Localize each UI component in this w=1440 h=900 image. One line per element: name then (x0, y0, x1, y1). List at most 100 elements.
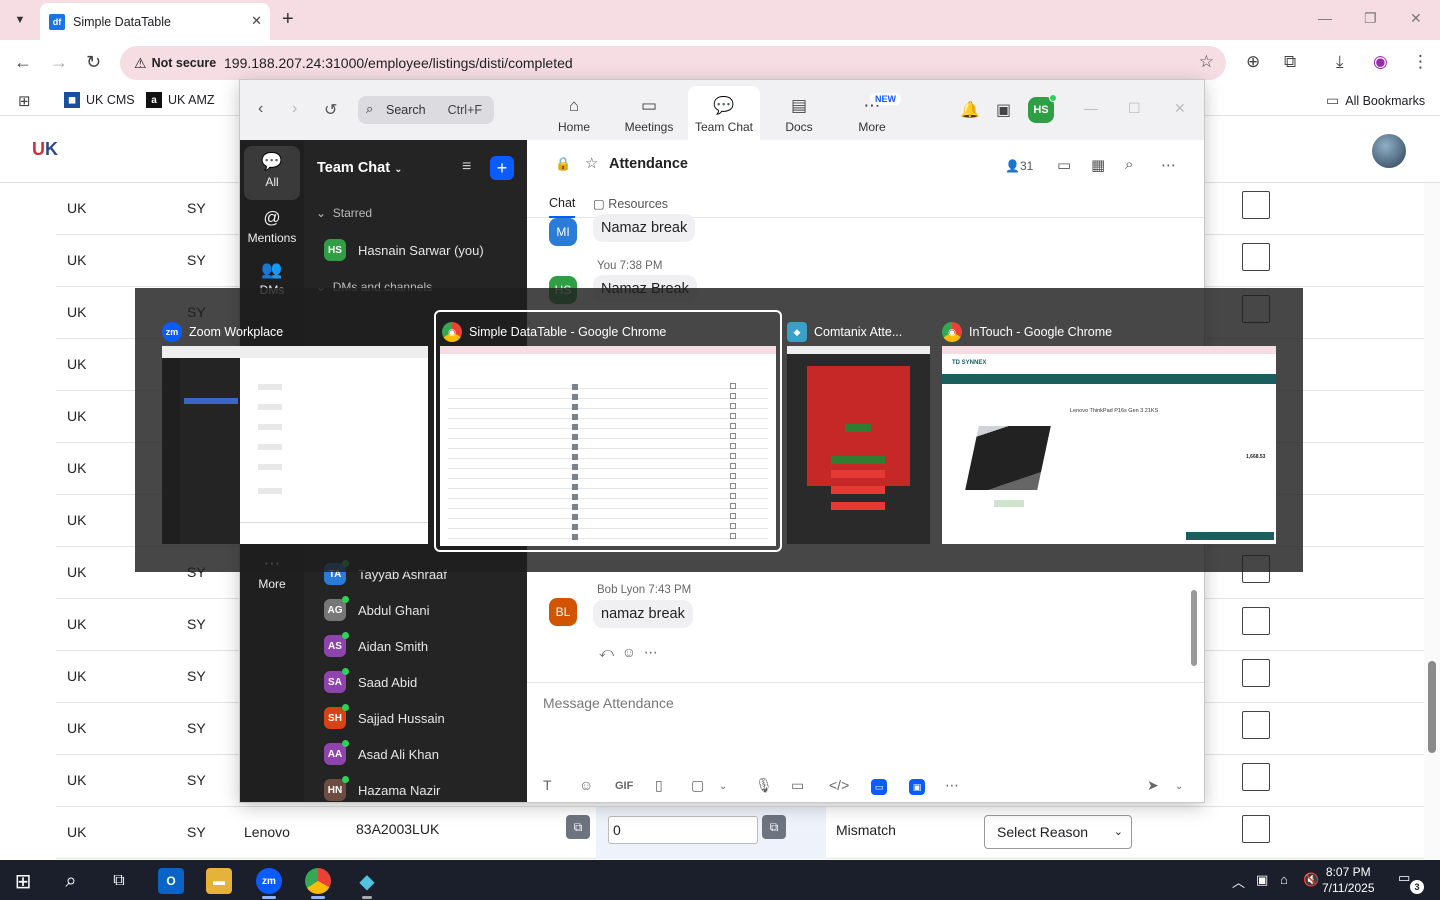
sidebar-title[interactable]: Team Chat ⌄ (317, 160, 402, 176)
row-checkbox[interactable] (1242, 243, 1270, 271)
more-icon[interactable]: ⋯ (945, 777, 959, 794)
zoom-user-avatar[interactable]: HS (1028, 94, 1057, 123)
emoji-icon[interactable]: ☺ (579, 777, 593, 793)
notification-icon[interactable]: ▭ 3 (1398, 870, 1424, 894)
row-checkbox[interactable] (1242, 763, 1270, 791)
tab-chat[interactable]: Chat (549, 196, 576, 218)
download-icon[interactable]: ⤓ (1336, 52, 1344, 72)
not-secure-chip[interactable]: ⚠ Not secure (126, 50, 224, 76)
message-avatar[interactable]: MI (549, 218, 577, 246)
contact-item[interactable]: SA Saad Abid (324, 668, 524, 696)
show-hidden-icons-icon[interactable]: ︿ (1232, 872, 1245, 891)
members-count[interactable]: 👤31 (1005, 159, 1033, 173)
contact-item[interactable]: AS Aidan Smith (324, 632, 524, 660)
bookmark-uk-amz[interactable]: a UK AMZ (146, 92, 215, 108)
user-avatar[interactable] (1372, 134, 1406, 168)
extensions-icon[interactable]: ⧉ (1284, 52, 1296, 72)
close-window-icon[interactable]: ✕ (1410, 10, 1422, 27)
code-icon[interactable]: </> (829, 777, 849, 793)
chrome-taskbar-icon[interactable] (305, 868, 331, 894)
copy-icon[interactable]: ⧉ (762, 815, 786, 839)
minimize-window-icon[interactable]: — (1318, 10, 1332, 26)
chevron-down-icon[interactable]: ⌄ (719, 781, 727, 792)
message-bubble[interactable]: namaz break (593, 600, 693, 628)
search-icon[interactable]: ⌕ (1125, 156, 1133, 173)
row-checkbox[interactable] (1242, 711, 1270, 739)
page-scrollbar[interactable] (1424, 183, 1440, 860)
message-composer[interactable]: Message Attendance T ☺ GIF ▯ ▢ ⌄ 🎙 ▭ </>… (527, 682, 1204, 802)
zoom-taskbar-icon[interactable]: zm (256, 868, 282, 894)
send-icon[interactable]: ➤ (1147, 777, 1159, 794)
new-tab-icon[interactable]: + (282, 8, 294, 31)
reload-icon[interactable]: ↻ (86, 52, 101, 73)
row-checkbox[interactable] (1242, 607, 1270, 635)
zoom-search-input[interactable]: ⌕ Search Ctrl+F (358, 96, 494, 124)
message-avatar[interactable]: BL (549, 598, 577, 626)
add-reaction-icon[interactable]: ☺ (622, 644, 636, 660)
tab-team-chat[interactable]: 💬 Team Chat (688, 86, 760, 140)
chat-scrollbar[interactable] (1191, 590, 1197, 666)
windows-start-icon[interactable]: ⊞ (10, 868, 36, 894)
send-options-icon[interactable]: ⌄ (1175, 781, 1183, 792)
back-icon[interactable]: ← (14, 52, 32, 73)
history-icon[interactable]: ↺ (324, 100, 337, 120)
comtanix-taskbar-icon[interactable]: ◆ (354, 868, 380, 894)
gif-icon[interactable]: GIF (615, 780, 633, 792)
menu-icon[interactable]: ⋮ (1412, 52, 1429, 72)
browser-tab-active[interactable]: df Simple DataTable ✕ (40, 3, 270, 40)
restore-window-icon[interactable]: ❐ (1364, 10, 1377, 27)
outlook-icon[interactable]: O (158, 868, 184, 894)
all-bookmarks[interactable]: ▭ All Bookmarks (1326, 92, 1425, 109)
message-bubble[interactable]: Namaz break (593, 214, 696, 242)
switcher-intouch[interactable]: ◉ InTouch - Google Chrome TD SYNNEX Leno… (942, 312, 1276, 544)
row-checkbox[interactable] (1242, 815, 1270, 843)
switcher-comtanix[interactable]: ◆ Comtanix Atte... (787, 312, 930, 544)
reason-select[interactable]: Select Reason ⌄ (984, 815, 1132, 849)
translate-icon[interactable]: ⊕ (1246, 52, 1260, 72)
file-explorer-icon[interactable]: ▬ (206, 868, 232, 894)
contact-hasnain[interactable]: HS Hasnain Sarwar (you) (324, 236, 524, 264)
star-icon[interactable]: ☆ (585, 154, 598, 172)
address-bar[interactable]: ⚠ Not secure 199.188.207.24:31000/employ… (120, 46, 1226, 80)
new-chat-plus-icon[interactable]: + (490, 156, 514, 180)
profile-icon[interactable]: ◉ (1373, 52, 1388, 72)
bookmark-star-icon[interactable]: ☆ (1199, 52, 1214, 72)
file-icon[interactable]: ▯ (655, 777, 663, 794)
page-scroll-thumb[interactable] (1428, 661, 1436, 753)
composer-placeholder[interactable]: Message Attendance (543, 695, 674, 711)
quantity-input[interactable]: 0 (608, 816, 758, 844)
security-tray-icon[interactable]: ▣ (1256, 872, 1268, 888)
site-logo[interactable]: UK (32, 139, 58, 160)
zoom-forward-icon[interactable]: › (292, 100, 297, 118)
video-icon[interactable]: ▭ (1057, 156, 1071, 174)
calendar-gift-icon[interactable]: ▣ (996, 100, 1011, 120)
tab-docs[interactable]: ▤ Docs (763, 86, 835, 140)
bell-icon[interactable]: 🔔 (960, 100, 980, 120)
format-text-icon[interactable]: T (543, 777, 552, 793)
microphone-icon[interactable]: 🎙 (755, 777, 773, 794)
switcher-datatable[interactable]: ◉ Simple DataTable - Google Chrome (434, 310, 782, 552)
rail-mentions[interactable]: @ Mentions (244, 202, 300, 256)
channel-name[interactable]: Attendance (609, 156, 688, 172)
contact-item[interactable]: AA Asad Ali Khan (324, 740, 524, 768)
url-text[interactable]: 199.188.207.24:31000/employee/listings/d… (224, 55, 573, 71)
zoom-back-icon[interactable]: ‹ (258, 100, 263, 118)
volume-muted-icon[interactable]: 🔇 (1303, 872, 1319, 888)
screenshot-icon[interactable]: ▢ (691, 777, 704, 794)
forward-icon[interactable]: → (50, 52, 68, 73)
contact-item[interactable]: AG Abdul Ghani (324, 596, 524, 624)
task-view-icon[interactable]: ⧉ (106, 868, 132, 894)
bookmark-uk-cms[interactable]: ◼ UK CMS (64, 92, 135, 108)
system-clock[interactable]: 8:07 PM 7/11/2025 (1322, 864, 1375, 896)
row-checkbox[interactable] (1242, 191, 1270, 219)
reply-icon[interactable]: ⤺ (599, 644, 614, 660)
search-icon[interactable]: ⌕ (58, 868, 84, 894)
zoom-close-icon[interactable]: ✕ (1174, 100, 1186, 117)
calendar-icon[interactable]: ▦ (1091, 156, 1105, 174)
network-icon[interactable]: ⌂ (1280, 872, 1288, 887)
app-icon-2[interactable]: ▣ (909, 779, 925, 795)
close-tab-icon[interactable]: ✕ (251, 13, 262, 29)
switcher-zoom[interactable]: zm Zoom Workplace (162, 312, 428, 544)
row-checkbox[interactable] (1242, 659, 1270, 687)
zoom-minimize-icon[interactable]: — (1084, 100, 1098, 116)
